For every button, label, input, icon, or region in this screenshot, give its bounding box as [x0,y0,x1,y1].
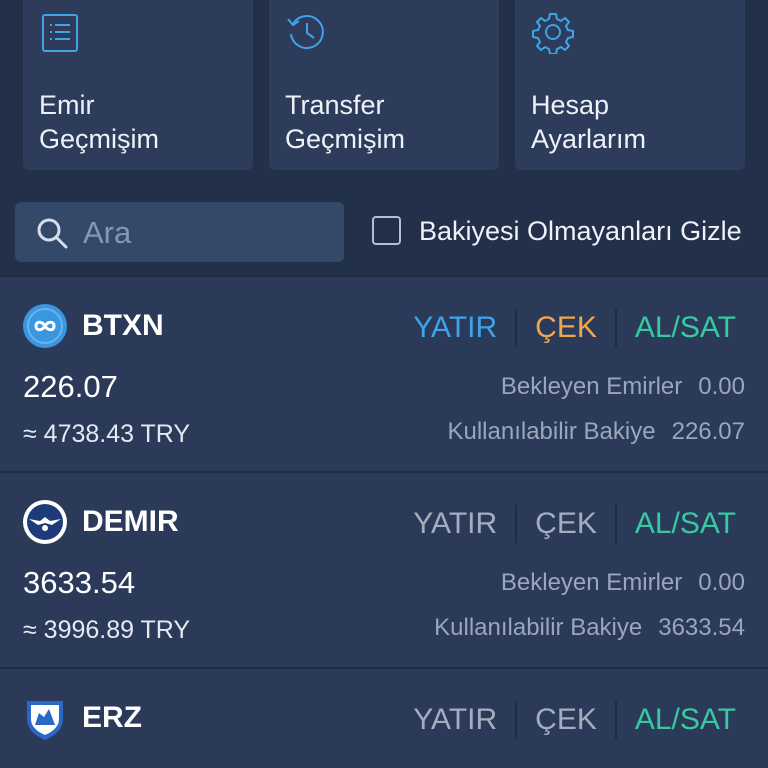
asset-symbol: ERZ [82,701,142,734]
transfer-history-tile[interactable]: Transfer Geçmişim [269,0,499,170]
available-balance-row: Kullanılabilir Bakiye 226.07 [447,418,745,446]
asset-row-erz: ERZ YATIR ÇEK AL/SAT [0,667,768,768]
asset-symbol: DEMIR [82,505,179,538]
available-balance-value: 3633.54 [658,614,745,641]
tile-label-line2: Geçmişim [39,124,159,154]
hide-zero-balance-label[interactable]: Bakiyesi Olmayanları Gizle [419,216,742,247]
search-input[interactable]: Ara [15,202,344,262]
trade-button[interactable]: AL/SAT [617,507,736,541]
asset-row-btxn: BTXN YATIR ÇEK AL/SAT 226.07 ≈ 4738.43 T… [0,275,768,471]
available-balance-label: Kullanılabilir Bakiye [447,418,656,445]
pending-orders-label: Bekleyen Emirler [500,569,683,596]
asset-row-demir: DEMIR YATIR ÇEK AL/SAT 3633.54 ≈ 3996.89… [0,471,768,667]
asset-actions: YATIR ÇEK AL/SAT [395,505,736,543]
asset-actions: YATIR ÇEK AL/SAT [395,309,736,347]
trade-button[interactable]: AL/SAT [617,703,736,737]
asset-amount: 226.07 [23,369,118,404]
deposit-button[interactable]: YATIR [395,507,515,541]
asset-approx-try: ≈ 4738.43 TRY [23,420,191,448]
withdraw-button[interactable]: ÇEK [517,507,615,541]
gear-icon [532,13,574,54]
available-balance-label: Kullanılabilir Bakiye [434,614,643,641]
tile-label-line1: Transfer [285,90,385,120]
infinity-logo-icon [23,304,67,348]
order-history-tile[interactable]: Emir Geçmişim [23,0,253,170]
hide-zero-balance-checkbox[interactable] [372,216,401,245]
tile-label-line1: Emir [39,90,95,120]
pending-orders-label: Bekleyen Emirler [500,373,683,400]
asset-amount: 3633.54 [23,565,136,600]
search-placeholder: Ara [83,215,132,250]
pending-orders-row: Bekleyen Emirler 0.00 [501,569,745,597]
deposit-button[interactable]: YATIR [395,703,515,737]
deposit-button[interactable]: YATIR [395,311,515,345]
tile-label-line1: Hesap [531,90,610,120]
transfer-history-label: Transfer Geçmişim [285,88,405,156]
winged-shield-logo-icon [23,500,67,544]
search-icon [37,218,68,249]
withdraw-button[interactable]: ÇEK [517,703,615,737]
account-settings-label: Hesap Ayarlarım [531,88,646,156]
tile-label-line2: Ayarlarım [531,124,647,154]
withdraw-button[interactable]: ÇEK [517,311,615,345]
erzurum-crest-logo-icon [27,701,63,740]
pending-orders-value: 0.00 [698,569,745,596]
asset-approx-try: ≈ 3996.89 TRY [23,616,191,644]
history-icon [287,14,324,49]
pending-orders-value: 0.00 [698,373,745,400]
asset-actions: YATIR ÇEK AL/SAT [395,701,736,739]
trade-button[interactable]: AL/SAT [617,311,736,345]
order-history-label: Emir Geçmişim [39,88,159,156]
quick-actions-panel: Emir Geçmişim Transfer Geçmişim Hesap Ay… [0,0,768,275]
tile-label-line2: Geçmişim [285,124,405,154]
available-balance-row: Kullanılabilir Bakiye 3633.54 [434,614,745,642]
document-list-icon [42,14,78,52]
available-balance-value: 226.07 [671,418,745,445]
asset-symbol: BTXN [82,309,164,342]
account-settings-tile[interactable]: Hesap Ayarlarım [515,0,745,170]
pending-orders-row: Bekleyen Emirler 0.00 [501,373,745,401]
